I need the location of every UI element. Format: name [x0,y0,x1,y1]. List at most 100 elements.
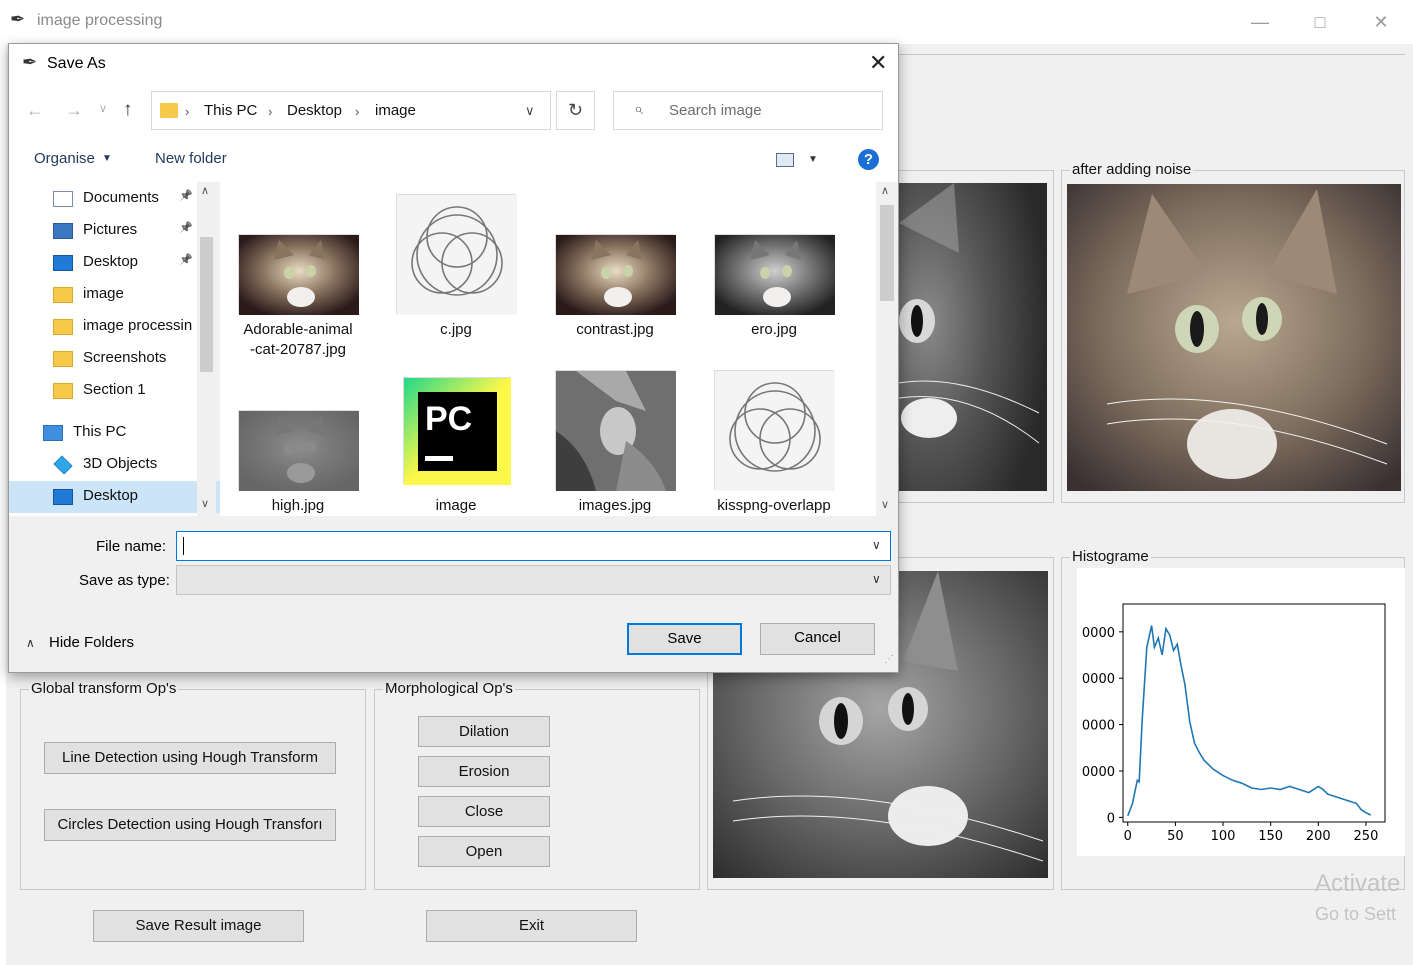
search-input[interactable]: Search image [669,102,762,119]
dialog-title: Save As [47,55,106,72]
nav-item-image-processin[interactable]: image processin [53,311,203,343]
save-button[interactable]: Save [627,623,742,655]
search-icon: ⌕ [634,101,643,118]
x-tick-label: 250 [1354,829,1379,844]
address-bar[interactable]: › This PC › Desktop › image ∨ [151,91,551,130]
breadcrumb-separator-icon: › [268,104,273,119]
organise-dropdown-icon: ▼ [102,153,112,164]
scroll-up-icon[interactable]: ∧ [881,184,889,197]
image-thumbnail [555,370,676,491]
hide-folders-chevron-icon[interactable]: ∧ [26,636,35,650]
desktop-icon [53,255,73,271]
open-button[interactable]: Open [418,836,550,867]
folder-icon [53,287,73,303]
nav-item-image[interactable]: image [53,279,203,311]
pc-icon [43,425,63,441]
breadcrumb-separator-icon: › [185,104,190,119]
nav-item-3d-objects[interactable]: 3D Objects [53,449,203,481]
nav-item-documents[interactable]: Documents 📌 [53,183,203,215]
noise-group: after adding noise [1061,161,1405,503]
file-scroll-thumb[interactable] [880,205,894,301]
nav-scroll-thumb[interactable] [200,237,213,372]
dilation-button[interactable]: Dilation [418,716,550,747]
save-as-dialog: ✒ Save As ✕ ← → ∨ ↑ › This PC › Desktop … [8,43,899,673]
dialog-close-icon[interactable]: ✕ [869,50,887,76]
recent-chevron-icon[interactable]: ∨ [99,102,107,115]
resize-grip-icon[interactable]: ⋰ [884,654,894,665]
file-item[interactable]: kisspng-overlapp [699,368,849,516]
file-item[interactable]: images.jpg [540,368,690,516]
pin-icon: 📌 [179,190,193,202]
image-thumbnail [238,410,359,491]
maximize-button[interactable]: □ [1300,8,1340,36]
histogram-group-label: Histograme [1070,548,1151,565]
organise-menu[interactable]: Organise [34,150,95,167]
up-arrow-icon[interactable]: ↑ [123,99,133,121]
address-dropdown-icon[interactable]: ∨ [525,103,535,119]
scroll-down-icon[interactable]: ∨ [881,498,889,511]
line-detection-button[interactable]: Line Detection using Hough Transform [44,742,336,774]
pictures-icon [53,223,73,239]
breadcrumb-desktop[interactable]: Desktop [287,102,342,119]
close-button[interactable]: Close [418,796,550,827]
nav-item-desktop[interactable]: Desktop 📌 [53,247,203,279]
nav-item-pictures[interactable]: Pictures 📌 [53,215,203,247]
nav-item-label: Screenshots [83,349,167,366]
nav-item-section-1[interactable]: Section 1 [53,375,203,407]
file-item[interactable]: c.jpg [381,192,531,362]
morphological-group: Morphological Op's Dilation Erosion Clos… [374,680,700,890]
navigation-pane: Documents 📌 Pictures 📌 Desktop 📌 image image pr… [9,182,247,516]
exit-button[interactable]: Exit [426,910,637,942]
close-window-button[interactable]: ✕ [1361,8,1401,36]
nav-item-label: image [83,285,124,302]
scroll-down-icon[interactable]: ∨ [201,497,209,510]
save-type-dropdown-icon[interactable]: ∨ [872,572,881,586]
file-item[interactable]: PC image [381,368,531,516]
file-name-input[interactable]: ∨ [176,531,891,561]
erosion-button[interactable]: Erosion [418,756,550,787]
save-result-button[interactable]: Save Result image [93,910,304,942]
file-item[interactable]: ero.jpg [699,192,849,362]
activate-watermark-sub: Go to Sett [1315,904,1397,924]
global-group-label: Global transform Op's [29,680,179,697]
file-list-pane: Adorable-animal -cat-20787.jpg c.jpg con… [220,182,876,516]
x-tick-label: 100 [1211,829,1236,844]
nav-scrollbar[interactable]: ∧ ∨ [197,182,216,516]
breadcrumb-this-pc[interactable]: This PC [204,102,257,119]
file-item[interactable]: contrast.jpg [540,192,690,362]
back-arrow-icon[interactable]: ← [26,100,44,121]
histogram-canvas: 0000 0000 0000 0000 0 0 50 100 150 200 250 [1077,568,1405,856]
gray-cat-image-top [899,183,1047,491]
image-thumbnail [238,234,359,315]
circles-detection-button[interactable]: Circles Detection using Hough Transforı [44,809,336,841]
help-icon[interactable]: ? [858,149,879,170]
nav-item-this-pc[interactable]: This PC [43,417,193,449]
nav-item-screenshots[interactable]: Screenshots [53,343,203,375]
image-panel-top [890,170,1054,503]
dialog-title-bar: ✒ Save As ✕ [9,44,898,82]
scroll-up-icon[interactable]: ∧ [201,184,209,197]
view-options-icon[interactable] [776,153,794,167]
minimize-button[interactable]: — [1240,8,1280,36]
breadcrumb-image[interactable]: image [375,102,416,119]
histogram-group: Histograme 0000 0000 0000 0000 0 0 50 100 150 200… [1061,548,1405,890]
new-folder-button[interactable]: New folder [155,150,227,167]
hide-folders-button[interactable]: Hide Folders [49,634,134,651]
file-item[interactable]: high.jpg [223,368,373,516]
x-tick-label: 0 [1124,829,1132,844]
search-box[interactable]: ⌕ Search image [613,91,883,130]
view-dropdown-icon[interactable]: ▼ [808,154,818,165]
image-thumbnail [714,370,835,491]
file-scrollbar[interactable]: ∧ ∨ [876,182,898,516]
cancel-button[interactable]: Cancel [760,623,875,655]
folder-icon [160,103,178,118]
file-name: high.jpg [271,497,325,514]
y-tick-label: 0000 [1082,765,1115,780]
file-name-dropdown-icon[interactable]: ∨ [872,538,881,552]
file-item[interactable]: Adorable-animal -cat-20787.jpg [223,192,373,362]
forward-arrow-icon[interactable]: → [65,100,83,121]
save-type-select[interactable]: ∨ [176,565,891,595]
nav-item-label: Desktop [83,487,139,504]
refresh-icon[interactable]: ↻ [556,91,595,130]
y-tick-label: 0000 [1082,672,1115,687]
